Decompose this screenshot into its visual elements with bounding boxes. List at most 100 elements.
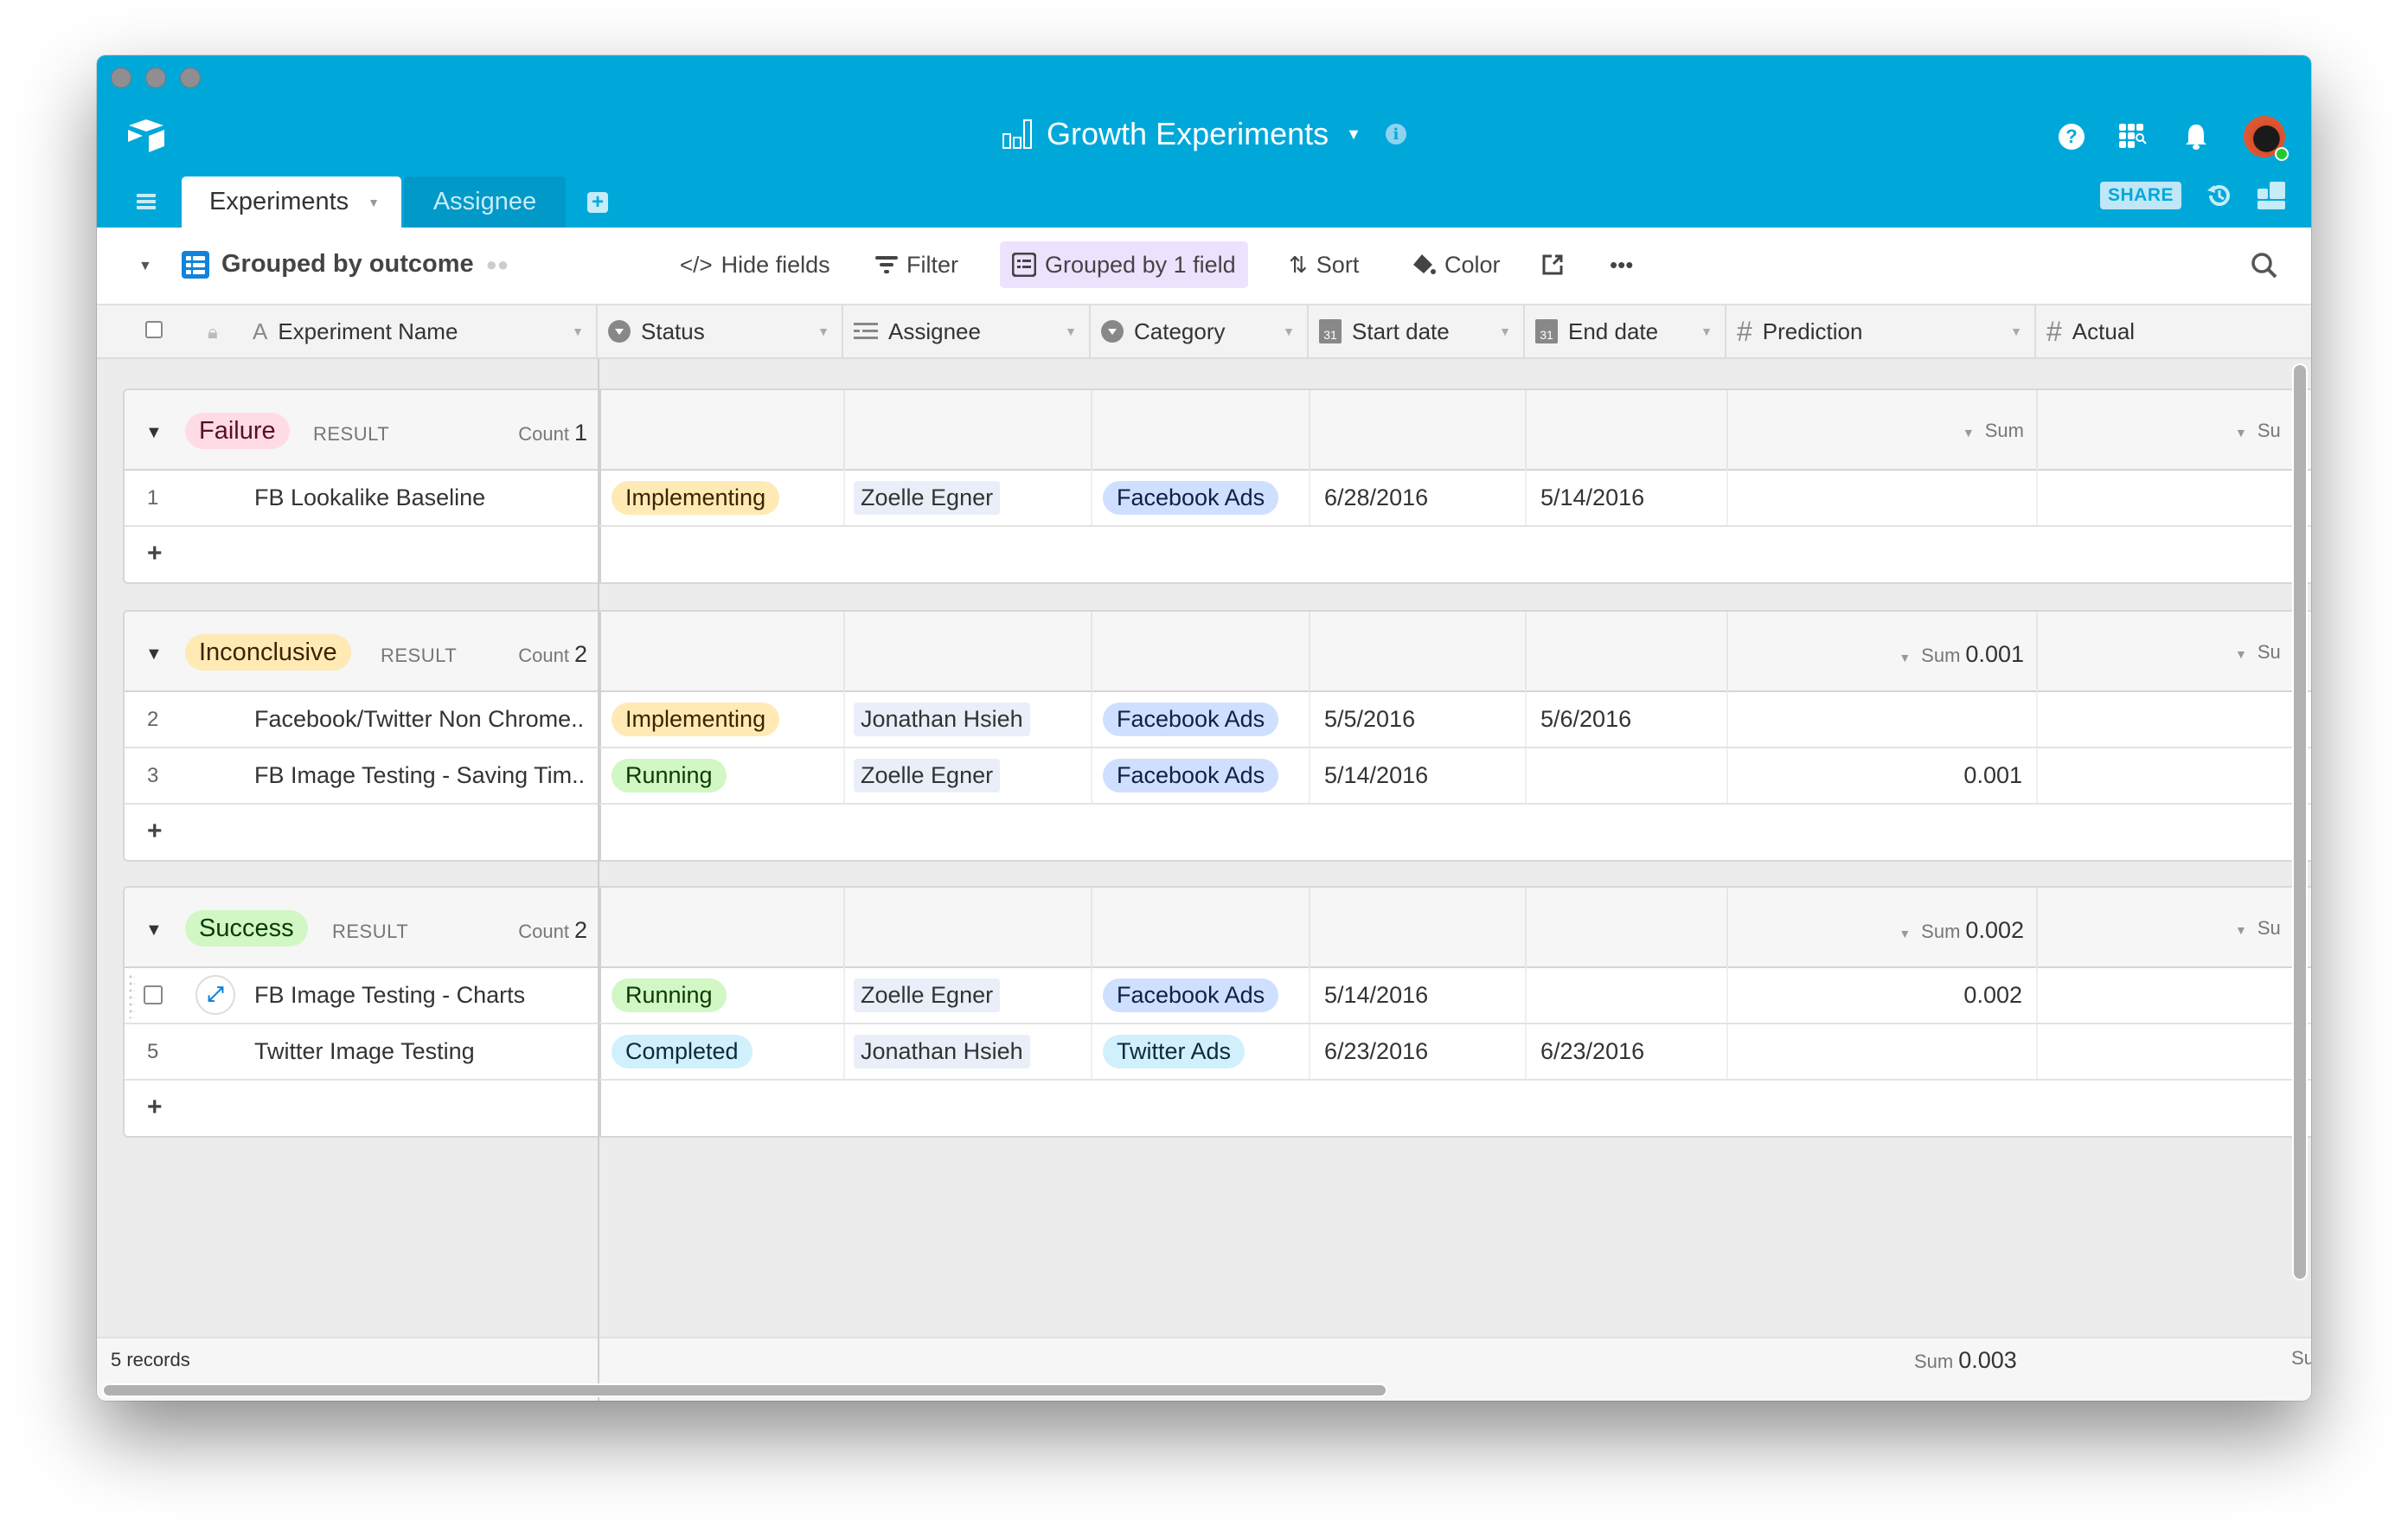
- end-cell[interactable]: 5/14/2016: [1527, 471, 1728, 525]
- hide-fields-button[interactable]: </> Hide fields: [668, 241, 842, 288]
- start-cell[interactable]: 5/14/2016: [1310, 968, 1527, 1023]
- column-header-prediction[interactable]: # Prediction ▼: [1726, 305, 2036, 357]
- start-cell[interactable]: 6/23/2016: [1310, 1024, 1527, 1079]
- start-cell[interactable]: 5/5/2016: [1310, 692, 1527, 747]
- experiment-name[interactable]: FB Image Testing - Charts: [254, 982, 525, 1009]
- add-record-row[interactable]: +: [125, 1081, 2311, 1136]
- column-header-end-date[interactable]: 31 End date ▼: [1525, 305, 1726, 357]
- tab-assignee[interactable]: Assignee: [404, 176, 566, 228]
- color-button[interactable]: Color: [1399, 241, 1513, 288]
- notifications-button[interactable]: [2181, 122, 2211, 151]
- select-all-checkbox[interactable]: [145, 321, 163, 338]
- column-header-assignee[interactable]: Assignee ▼: [843, 305, 1091, 357]
- frozen-column-divider[interactable]: [598, 359, 599, 1401]
- summary-menu-icon[interactable]: ▼: [1899, 651, 1911, 664]
- column-header-category[interactable]: Category ▼: [1091, 305, 1309, 357]
- share-view-button[interactable]: [1529, 241, 1576, 288]
- column-menu-icon[interactable]: ▼: [1499, 324, 1511, 338]
- actual-group-sum[interactable]: ▼ Su: [2235, 420, 2281, 442]
- assignee-cell[interactable]: Zoelle Egner: [845, 471, 1092, 525]
- category-cell[interactable]: Twitter Ads: [1092, 1024, 1310, 1079]
- summary-menu-icon[interactable]: ▼: [2235, 923, 2247, 937]
- minimize-window-button[interactable]: [145, 67, 166, 88]
- status-cell[interactable]: Running: [599, 748, 845, 803]
- assignee-cell[interactable]: Jonathan Hsieh: [845, 692, 1092, 747]
- prediction-total-sum[interactable]: Sum 0.003: [1914, 1347, 2017, 1374]
- column-menu-icon[interactable]: ▼: [817, 324, 829, 338]
- view-switcher-caret-icon[interactable]: ▼: [138, 259, 152, 274]
- prediction-group-sum[interactable]: ▼ Sum: [1963, 420, 2024, 442]
- assignee-cell[interactable]: Zoelle Egner: [845, 748, 1092, 803]
- maximize-window-button[interactable]: [180, 67, 201, 88]
- status-cell[interactable]: Running: [599, 968, 845, 1023]
- group-button[interactable]: Grouped by 1 field: [1000, 241, 1248, 288]
- actual-cell[interactable]: [2038, 1024, 2311, 1079]
- column-header-experiment-name[interactable]: 🔒︎ A Experiment Name ▼: [97, 305, 598, 357]
- actual-total-sum[interactable]: Su: [2291, 1347, 2311, 1370]
- blocks-icon[interactable]: [2258, 182, 2285, 209]
- column-header-status[interactable]: Status ▼: [598, 305, 843, 357]
- row-checkbox[interactable]: [144, 985, 163, 1004]
- column-menu-icon[interactable]: ▼: [1700, 324, 1713, 338]
- base-title[interactable]: Growth Experiments ▼ i: [97, 116, 2311, 152]
- add-record-icon[interactable]: +: [147, 1093, 163, 1122]
- column-header-start-date[interactable]: 31 Start date ▼: [1309, 305, 1525, 357]
- summary-menu-icon[interactable]: ▼: [1963, 426, 1975, 440]
- actual-cell[interactable]: [2038, 748, 2311, 803]
- assignee-cell[interactable]: Jonathan Hsieh: [845, 1024, 1092, 1079]
- category-cell[interactable]: Facebook Ads: [1092, 692, 1310, 747]
- actual-cell[interactable]: [2038, 968, 2311, 1023]
- prediction-group-sum[interactable]: ▼ Sum 0.001: [1899, 641, 2024, 668]
- actual-group-sum[interactable]: ▼ Su: [2235, 641, 2281, 664]
- column-menu-icon[interactable]: ▼: [572, 324, 584, 338]
- horizontal-scrollbar[interactable]: [102, 1383, 1387, 1397]
- column-menu-icon[interactable]: ▼: [2010, 324, 2022, 338]
- status-cell[interactable]: Completed: [599, 1024, 845, 1079]
- add-record-row[interactable]: +: [125, 805, 2311, 860]
- experiment-name[interactable]: FB Lookalike Baseline: [254, 484, 485, 511]
- base-menu-caret-icon[interactable]: ▼: [1346, 125, 1361, 144]
- expand-record-icon[interactable]: ⤢: [195, 975, 235, 1015]
- start-cell[interactable]: 5/14/2016: [1310, 748, 1527, 803]
- add-table-button[interactable]: +: [587, 192, 608, 213]
- status-cell[interactable]: Implementing: [599, 471, 845, 525]
- search-button[interactable]: [2251, 252, 2278, 284]
- end-cell[interactable]: 6/23/2016: [1527, 1024, 1728, 1079]
- summary-menu-icon[interactable]: ▼: [2235, 426, 2247, 440]
- history-icon[interactable]: [2206, 182, 2233, 209]
- start-cell[interactable]: 6/28/2016: [1310, 471, 1527, 525]
- prediction-cell[interactable]: 0.002: [1728, 968, 2038, 1023]
- close-window-button[interactable]: [111, 67, 131, 88]
- summary-menu-icon[interactable]: ▼: [1899, 927, 1911, 940]
- end-cell[interactable]: [1527, 748, 1728, 803]
- experiment-name[interactable]: Twitter Image Testing: [254, 1038, 475, 1065]
- prediction-cell[interactable]: 0.001: [1728, 748, 2038, 803]
- sort-button[interactable]: ⇅ Sort: [1277, 241, 1371, 288]
- category-cell[interactable]: Facebook Ads: [1092, 748, 1310, 803]
- filter-button[interactable]: Filter: [863, 241, 970, 288]
- apps-search-button[interactable]: [2119, 122, 2149, 151]
- table-row[interactable]: 1 FB Lookalike Baseline Implementing Zoelle…: [125, 471, 2311, 527]
- experiment-name[interactable]: Facebook/Twitter Non Chrome..: [254, 706, 584, 733]
- help-button[interactable]: ?: [2057, 122, 2086, 151]
- info-icon[interactable]: i: [1385, 124, 1406, 144]
- avatar[interactable]: [2244, 116, 2289, 161]
- actual-cell[interactable]: [2038, 692, 2311, 747]
- prediction-cell[interactable]: [1728, 1024, 2038, 1079]
- tab-menu-caret-icon[interactable]: ▼: [368, 196, 380, 209]
- column-menu-icon[interactable]: ▼: [1283, 324, 1295, 338]
- tab-experiments[interactable]: Experiments ▼: [182, 176, 401, 228]
- assignee-cell[interactable]: Zoelle Egner: [845, 968, 1092, 1023]
- actual-group-sum[interactable]: ▼ Su: [2235, 917, 2281, 940]
- more-options-button[interactable]: •••: [1598, 241, 1645, 288]
- table-row[interactable]: 2 Facebook/Twitter Non Chrome.. Implementi…: [125, 692, 2311, 748]
- column-menu-icon[interactable]: ▼: [1065, 324, 1077, 338]
- add-record-row[interactable]: +: [125, 527, 2311, 582]
- prediction-cell[interactable]: [1728, 471, 2038, 525]
- view-switcher[interactable]: Grouped by outcome ●●: [182, 250, 509, 279]
- table-row[interactable]: 5 Twitter Image Testing Completed Jonathan …: [125, 1024, 2311, 1081]
- table-row[interactable]: 3 FB Image Testing - Saving Tim.. Running Z…: [125, 748, 2311, 805]
- prediction-cell[interactable]: [1728, 692, 2038, 747]
- vertical-scrollbar[interactable]: [2292, 363, 2308, 1280]
- column-header-actual[interactable]: # Actual: [2036, 305, 2311, 357]
